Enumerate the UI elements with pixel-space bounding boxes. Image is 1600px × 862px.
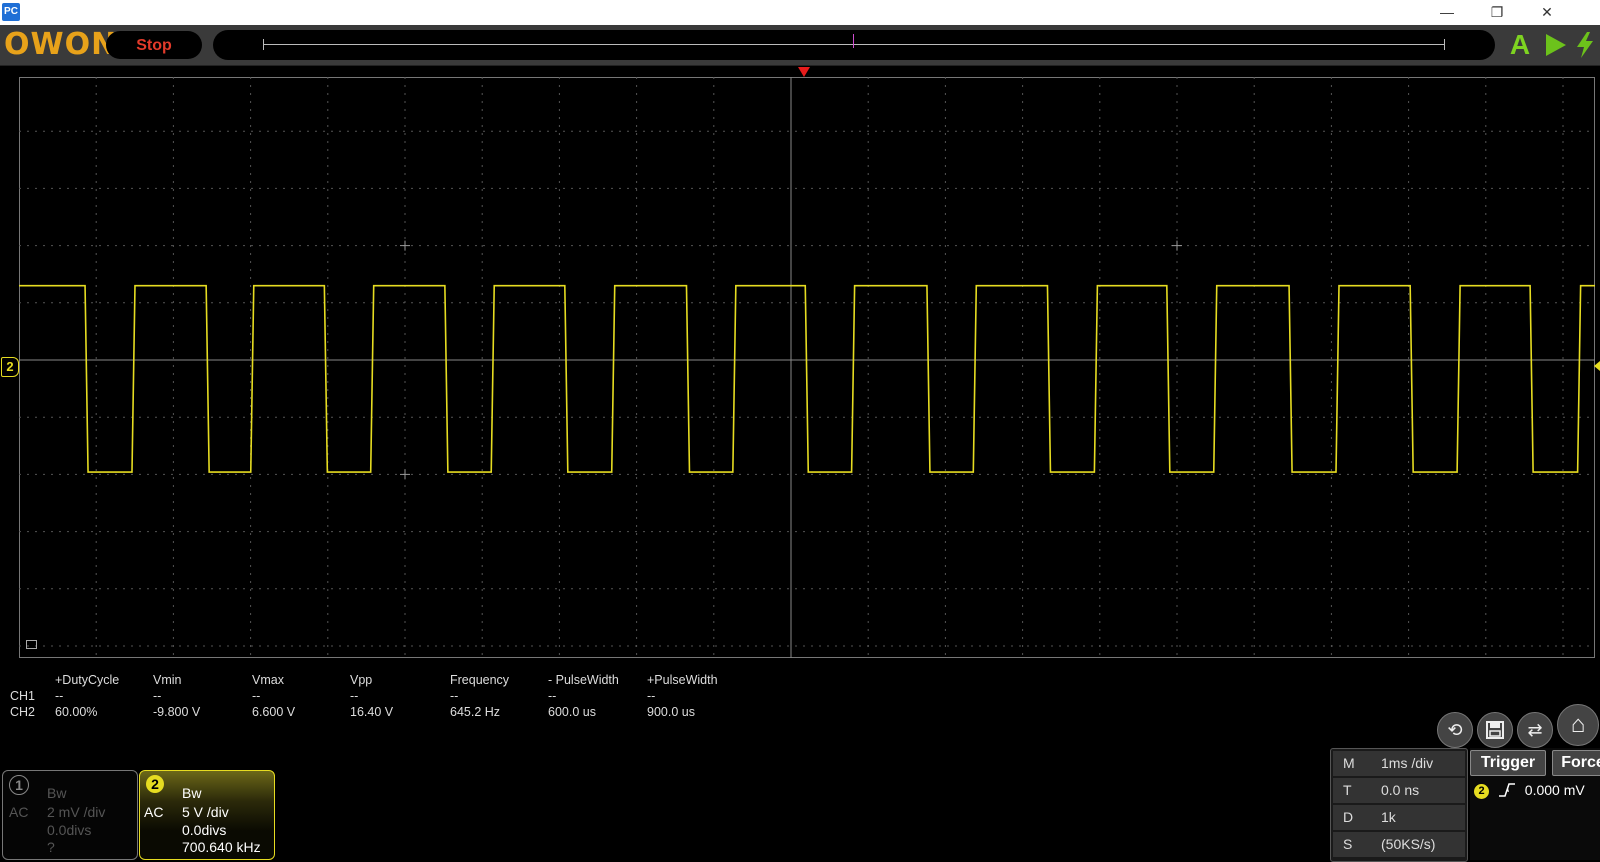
ch2-panel[interactable]: 2 Bw AC 5 V /div 0.0divs 700.640 kHz — [139, 770, 275, 860]
meas-value: -- — [55, 689, 64, 703]
meas-header: +PulseWidth — [647, 673, 718, 687]
meas-header: Vpp — [350, 673, 373, 687]
restore-button[interactable]: ❐ — [1474, 0, 1520, 25]
meas-header: Vmin — [153, 673, 182, 687]
trigger-panel: Trigger Force 2 0.000 mV — [1470, 748, 1600, 860]
ch2-scale: 5 V /div — [182, 804, 229, 820]
meas-header: Vmax — [252, 673, 284, 687]
trigger-source: 2 — [1474, 784, 1489, 799]
meas-header: Frequency — [450, 673, 510, 687]
ch1-panel[interactable]: 1 Bw AC 2 mV /div 0.0divs ? — [2, 770, 138, 860]
meas-channel: CH1 — [10, 689, 36, 703]
memory-timeline[interactable] — [213, 30, 1495, 60]
timebase-row-t[interactable]: T 0.0 ns — [1333, 778, 1465, 803]
home-icon[interactable]: ⌂ — [1557, 704, 1599, 746]
timeline-start-tick — [263, 39, 264, 50]
meas-value: -- — [450, 689, 459, 703]
trigger-level-marker[interactable] — [1594, 361, 1600, 371]
force-button[interactable]: Force — [1552, 750, 1600, 776]
meas-value: -- — [647, 689, 656, 703]
scope-screen[interactable] — [19, 77, 1595, 658]
timebase-value: 1ms /div — [1381, 755, 1434, 771]
app-icon: PC — [2, 3, 20, 21]
lightning-icon[interactable] — [1572, 28, 1598, 62]
timebase-row-m[interactable]: M 1ms /div — [1333, 751, 1465, 776]
timebase-key: S — [1343, 836, 1353, 852]
waveform-display — [19, 77, 1595, 658]
meas-value: -- — [350, 689, 359, 703]
window-titlebar: PC — ❐ ✕ — [0, 0, 1600, 25]
trigger-button[interactable]: Trigger — [1470, 750, 1546, 776]
meas-value: -9.800 V — [153, 705, 201, 719]
timebase-key: D — [1343, 809, 1354, 825]
ch2-bw: Bw — [182, 785, 202, 801]
timebase-value: (50KS/s) — [1381, 836, 1436, 852]
ch1-offset: 0.0divs — [47, 822, 92, 838]
ch1-bw: Bw — [47, 785, 67, 801]
zoom-window-icon[interactable] — [26, 640, 37, 649]
ch2-waveform — [19, 284, 1595, 473]
meas-value: 645.2 Hz — [450, 705, 501, 719]
meas-value: -- — [548, 689, 557, 703]
owon-logo: OWON — [4, 27, 118, 62]
ch2-frequency: 700.640 kHz — [182, 839, 261, 855]
auto-button[interactable]: A — [1505, 28, 1535, 62]
meas-value: -- — [252, 689, 261, 703]
timeline-line — [263, 44, 1445, 45]
ch2-offset: 0.0divs — [182, 822, 227, 838]
close-button[interactable]: ✕ — [1524, 0, 1570, 25]
timebase-panel[interactable]: M 1ms /div T 0.0 ns D 1k S (50KS/s) — [1330, 748, 1468, 862]
ch1-number: 1 — [9, 775, 29, 795]
timebase-row-s[interactable]: S (50KS/s) — [1333, 832, 1465, 857]
rising-edge-icon — [1497, 782, 1517, 801]
reset-icon[interactable]: ⟲ — [1437, 712, 1473, 748]
meas-value: -- — [153, 689, 162, 703]
minimize-button[interactable]: — — [1424, 0, 1470, 25]
ch1-scale: 2 mV /div — [47, 804, 106, 820]
timeline-position-marker[interactable] — [853, 34, 854, 48]
meas-value: 16.40 V — [350, 705, 394, 719]
meas-value: 60.00% — [55, 705, 98, 719]
trigger-level: 0.000 mV — [1524, 782, 1585, 799]
ch2-coupling: AC — [144, 804, 164, 820]
ch2-ground-marker[interactable]: 2 — [1, 357, 19, 377]
timebase-value: 0.0 ns — [1381, 782, 1420, 798]
ch1-coupling: AC — [9, 804, 29, 820]
timebase-row-d[interactable]: D 1k — [1333, 805, 1465, 830]
timebase-value: 1k — [1381, 809, 1396, 825]
save-icon[interactable] — [1477, 712, 1513, 748]
timebase-key: M — [1343, 755, 1355, 771]
toolbar: OWON Stop A — [0, 25, 1600, 66]
meas-channel: CH2 — [10, 705, 36, 719]
meas-value: 900.0 us — [647, 705, 695, 719]
ch1-frequency: ? — [47, 839, 55, 855]
trigger-info[interactable]: 2 0.000 mV — [1474, 782, 1585, 801]
ch2-number: 2 — [146, 775, 164, 793]
meas-value: 6.600 V — [252, 705, 296, 719]
meas-value: 600.0 us — [548, 705, 596, 719]
timebase-key: T — [1343, 782, 1352, 798]
timeline-end-tick — [1444, 39, 1445, 50]
play-icon[interactable] — [1541, 28, 1569, 62]
run-stop-button[interactable]: Stop — [106, 31, 202, 59]
meas-header: +DutyCycle — [55, 673, 120, 687]
trigger-position-marker[interactable] — [798, 67, 810, 77]
swap-window-icon[interactable]: ⇄ — [1517, 712, 1553, 748]
meas-header: - PulseWidth — [548, 673, 619, 687]
